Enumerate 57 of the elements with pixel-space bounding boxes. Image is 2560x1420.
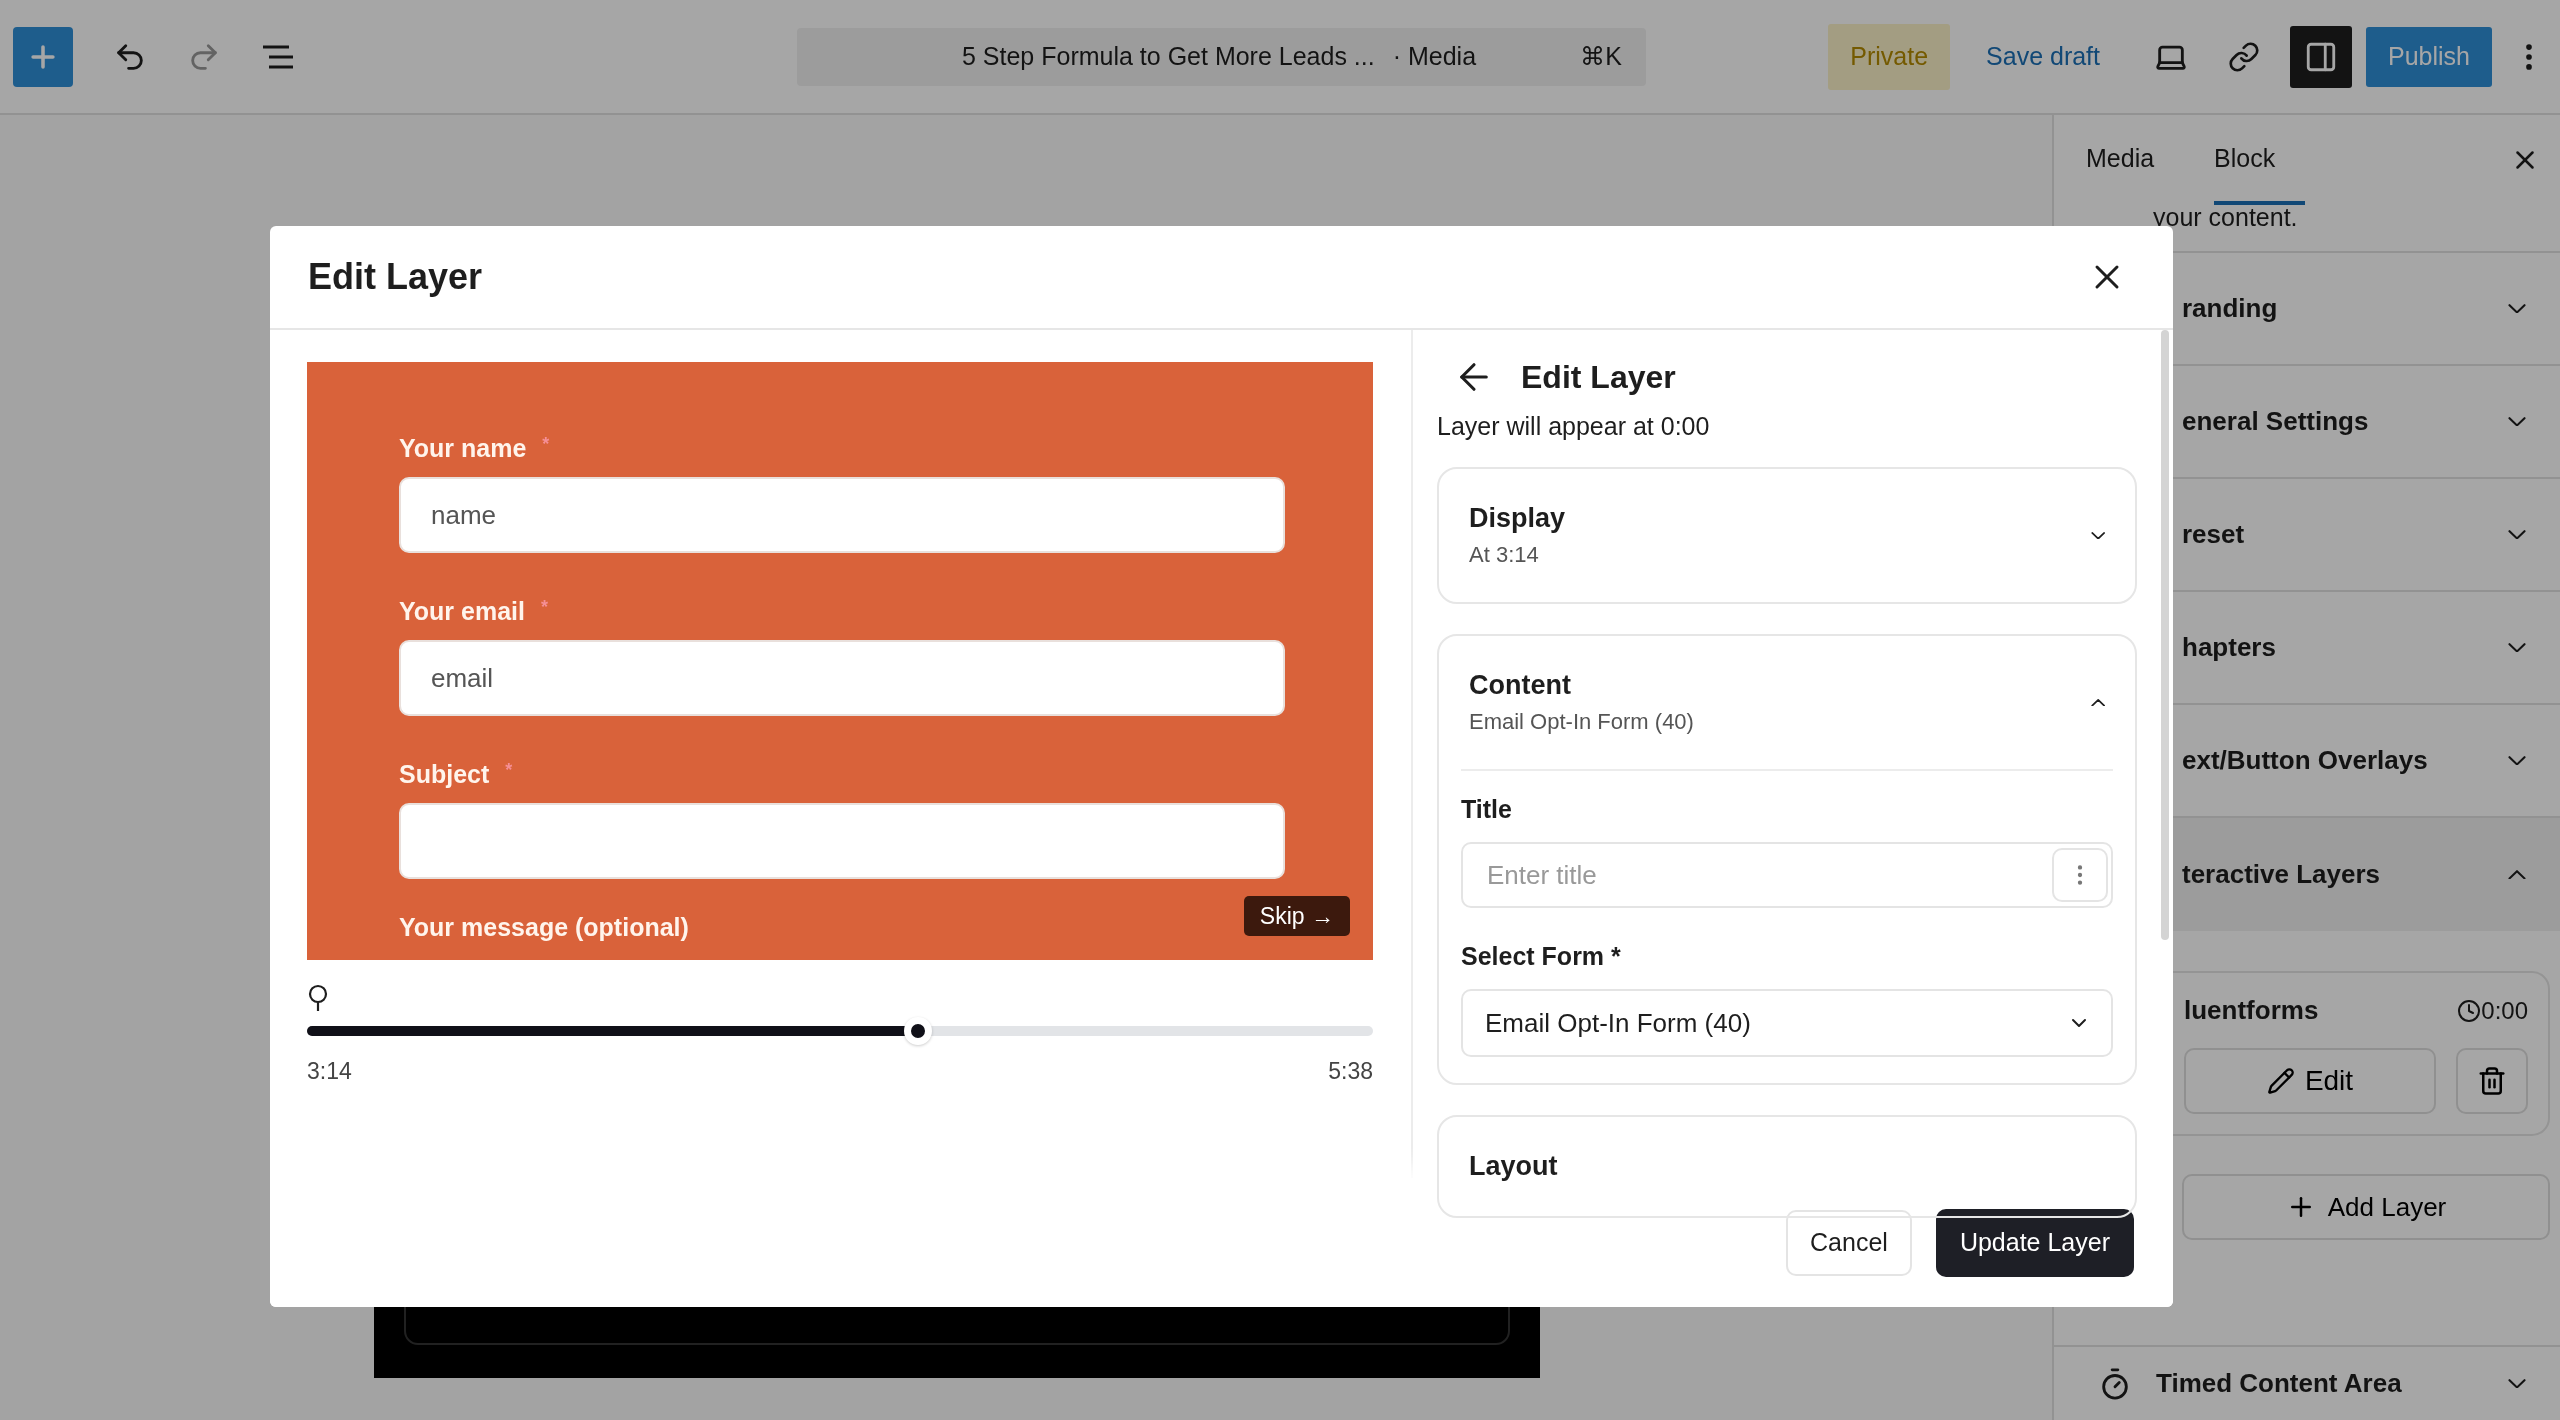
marker-icon: [307, 984, 329, 1012]
card-header[interactable]: Layout: [1439, 1117, 2135, 1216]
field-label: Your name: [399, 434, 527, 463]
trash-icon: [2477, 1066, 2507, 1096]
clock-icon: [2457, 998, 2482, 1023]
panel-subtitle: Layer will appear at 0:00: [1437, 412, 1711, 441]
settings-toggle-button[interactable]: [2290, 25, 2352, 88]
layer-name: luentforms: [2184, 995, 2320, 1026]
field-label: Title: [1461, 795, 1513, 824]
chevron-down-icon: [2508, 642, 2526, 653]
pencil-icon: [2266, 1067, 2295, 1095]
scrollbar[interactable]: [2161, 330, 2169, 940]
sidebar-tab[interactable]: Block: [2214, 115, 2306, 205]
list-view-icon: [261, 43, 295, 70]
link-icon[interactable]: [2228, 40, 2260, 73]
skip-button[interactable]: Skip →: [1243, 896, 1350, 936]
sidebar-tab[interactable]: Media: [2086, 115, 2185, 205]
required-mark: *: [505, 760, 513, 782]
card-header[interactable]: Display At 3:14: [1439, 469, 2135, 602]
command-bar[interactable]: 5 Step Formula to Get More Leads ... · Media ⌘K: [797, 27, 1646, 86]
field-label: Subject: [399, 760, 490, 789]
document-title: 5 Step Formula to Get More Leads ...: [962, 42, 1375, 71]
required-mark: *: [542, 434, 550, 456]
add-layer-button[interactable]: Add Layer: [2182, 1174, 2550, 1240]
chevron-down-icon: [2508, 529, 2526, 540]
title-field[interactable]: Enter title: [1461, 842, 2113, 908]
total-time: 5:38: [1328, 1058, 1373, 1085]
input-field[interactable]: name: [399, 477, 1285, 553]
dialog-title: Edit Layer: [308, 256, 484, 298]
list-view-button[interactable]: [261, 43, 295, 70]
document-type: · Media: [1392, 42, 1477, 71]
chevron-down-icon: [2508, 416, 2526, 427]
delete-layer-button[interactable]: [2456, 1048, 2528, 1114]
add-block-button[interactable]: [13, 26, 73, 87]
current-time: 3:14: [307, 1058, 352, 1085]
edit-layer-button[interactable]: Edit: [2184, 1048, 2436, 1114]
chevron-up-icon: [2508, 869, 2526, 880]
card-title: Content: [1469, 670, 1572, 701]
card-summary: Email Opt-In Form (40): [1469, 709, 1695, 735]
card-summary: At 3:14: [1469, 542, 1540, 568]
field-label: Select Form *: [1461, 942, 1622, 971]
panel-title: Edit Layer: [1521, 358, 1676, 396]
input-field[interactable]: email: [399, 640, 1285, 716]
chevron-down-icon: [2508, 1378, 2526, 1389]
shortcut-hint: ⌘K: [1580, 42, 1622, 71]
cancel-button[interactable]: Cancel: [1786, 1209, 1912, 1276]
update-layer-button[interactable]: Update Layer: [1935, 1208, 2134, 1277]
required-mark: *: [540, 597, 548, 619]
layer-time: 0:00: [2481, 996, 2528, 1025]
input-field[interactable]: [399, 803, 1285, 879]
save-draft-button[interactable]: Save draft: [1972, 23, 2114, 90]
form-select[interactable]: Email Opt-In Form (40): [1461, 989, 2113, 1057]
card-title: Layout: [1469, 1151, 1559, 1182]
card-title: Display: [1469, 503, 1567, 534]
chevron-down-icon: [2508, 755, 2526, 766]
field-label: Your email: [399, 597, 525, 626]
chevron-down-icon: [2508, 303, 2526, 314]
